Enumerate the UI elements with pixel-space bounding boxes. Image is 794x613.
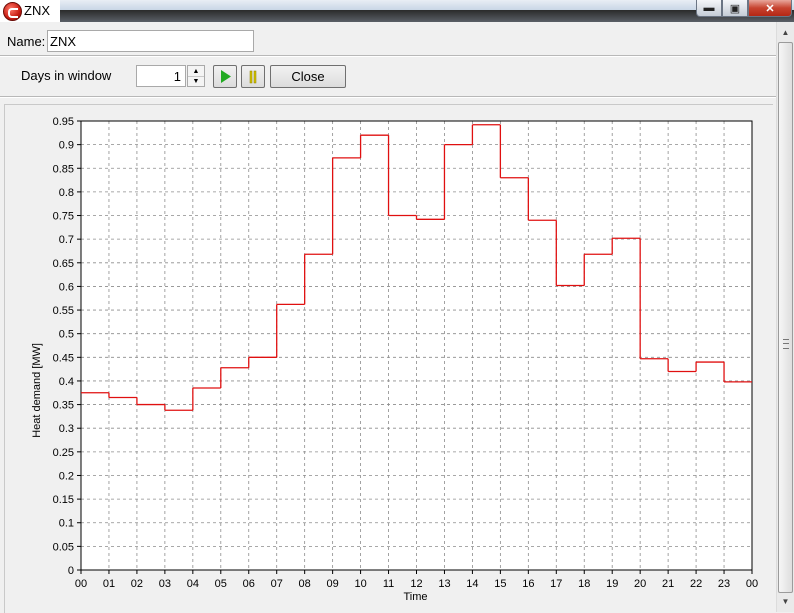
vertical-scrollbar[interactable]: ▲ ▼ <box>776 22 794 612</box>
x-tick-label: 18 <box>578 578 590 590</box>
title-bar: ZNX ▬ ▣ ✕ <box>0 0 794 23</box>
separator <box>0 55 776 57</box>
scrollbar-thumb[interactable] <box>778 42 793 593</box>
pause-button[interactable] <box>241 65 265 88</box>
x-tick-label: 17 <box>550 578 562 590</box>
y-tick-label: 0.1 <box>59 518 74 530</box>
scroll-up-icon[interactable]: ▲ <box>778 24 793 41</box>
y-tick-label: 0.65 <box>53 258 74 270</box>
y-tick-label: 0.75 <box>53 211 74 223</box>
x-tick-label: 01 <box>103 578 115 590</box>
x-tick-label: 19 <box>606 578 618 590</box>
window-client: Name: Days in window ▲ ▼ Close 00.050.10… <box>0 22 776 613</box>
y-tick-label: 0.8 <box>59 187 74 199</box>
x-tick-label: 10 <box>354 578 366 590</box>
y-tick-label: 0.9 <box>59 140 74 152</box>
x-tick-label: 12 <box>410 578 422 590</box>
maximize-button[interactable]: ▣ <box>722 0 748 17</box>
app-icon <box>3 2 22 21</box>
pause-icon <box>249 70 257 84</box>
y-tick-label: 0.15 <box>53 494 74 506</box>
spin-down-icon[interactable]: ▼ <box>188 76 204 86</box>
minimize-button[interactable]: ▬ <box>696 0 722 17</box>
window-controls: ▬ ▣ ✕ <box>696 0 792 18</box>
play-icon <box>221 70 231 83</box>
name-input[interactable] <box>47 30 254 52</box>
y-tick-label: 0.5 <box>59 329 74 341</box>
x-tick-label: 03 <box>159 578 171 590</box>
y-tick-label: 0.55 <box>53 305 74 317</box>
close-button[interactable]: Close <box>270 65 346 88</box>
y-tick-label: 0.05 <box>53 541 74 553</box>
heat-demand-chart: 0 0.05 0.1 0.15 0.2 0.25 0.3 0.35 0.4 0.45 0.5 0.55… <box>31 116 758 603</box>
x-tick-label: 14 <box>466 578 478 590</box>
scroll-down-icon[interactable]: ▼ <box>778 593 793 610</box>
scroll-grip-icon <box>783 339 789 349</box>
window-title: ZNX <box>24 3 50 18</box>
x-tick-label: 06 <box>243 578 255 590</box>
days-in-window-label: Days in window <box>21 68 112 83</box>
y-tick-label: 0 <box>68 565 74 577</box>
y-tick-label: 0.4 <box>59 376 74 388</box>
x-tick-label: 05 <box>215 578 227 590</box>
x-tick-label: 00 <box>746 578 758 590</box>
x-tick-label: 04 <box>187 578 199 590</box>
y-tick-label: 0.35 <box>53 400 74 412</box>
x-tick-label: 08 <box>299 578 311 590</box>
x-tick-label: 21 <box>662 578 674 590</box>
y-tick-label: 0.85 <box>53 163 74 175</box>
x-tick-label: 09 <box>327 578 339 590</box>
x-axis-title: Time <box>403 591 427 603</box>
close-window-button[interactable]: ✕ <box>748 0 792 17</box>
x-tick-label: 23 <box>718 578 730 590</box>
x-tick-label: 07 <box>271 578 283 590</box>
x-tick-label: 22 <box>690 578 702 590</box>
separator <box>0 96 776 98</box>
y-tick-label: 0.3 <box>59 423 74 435</box>
x-tick-label: 20 <box>634 578 646 590</box>
name-label: Name: <box>7 34 46 49</box>
name-row: Name: <box>0 28 776 52</box>
y-tick-label: 0.25 <box>53 447 74 459</box>
days-in-window-input[interactable] <box>136 65 186 87</box>
y-tick-label: 0.45 <box>53 352 74 364</box>
x-tick-label: 13 <box>438 578 450 590</box>
y-tick-label: 0.95 <box>53 116 74 128</box>
x-tick-label: 11 <box>383 578 394 590</box>
play-button[interactable] <box>213 65 237 88</box>
days-spinner: ▲ ▼ <box>187 65 205 87</box>
y-tick-label: 0.7 <box>59 234 74 246</box>
x-tick-label: 00 <box>75 578 87 590</box>
y-tick-label: 0.2 <box>59 470 74 482</box>
chart-panel: 0 0.05 0.1 0.15 0.2 0.25 0.3 0.35 0.4 0.45 0.5 0.55… <box>4 104 773 613</box>
x-tick-label: 15 <box>494 578 506 590</box>
y-tick-label: 0.6 <box>59 281 74 293</box>
y-axis-title: Heat demand [MW] <box>31 343 43 438</box>
x-tick-label: 02 <box>131 578 143 590</box>
x-tick-label: 16 <box>522 578 534 590</box>
